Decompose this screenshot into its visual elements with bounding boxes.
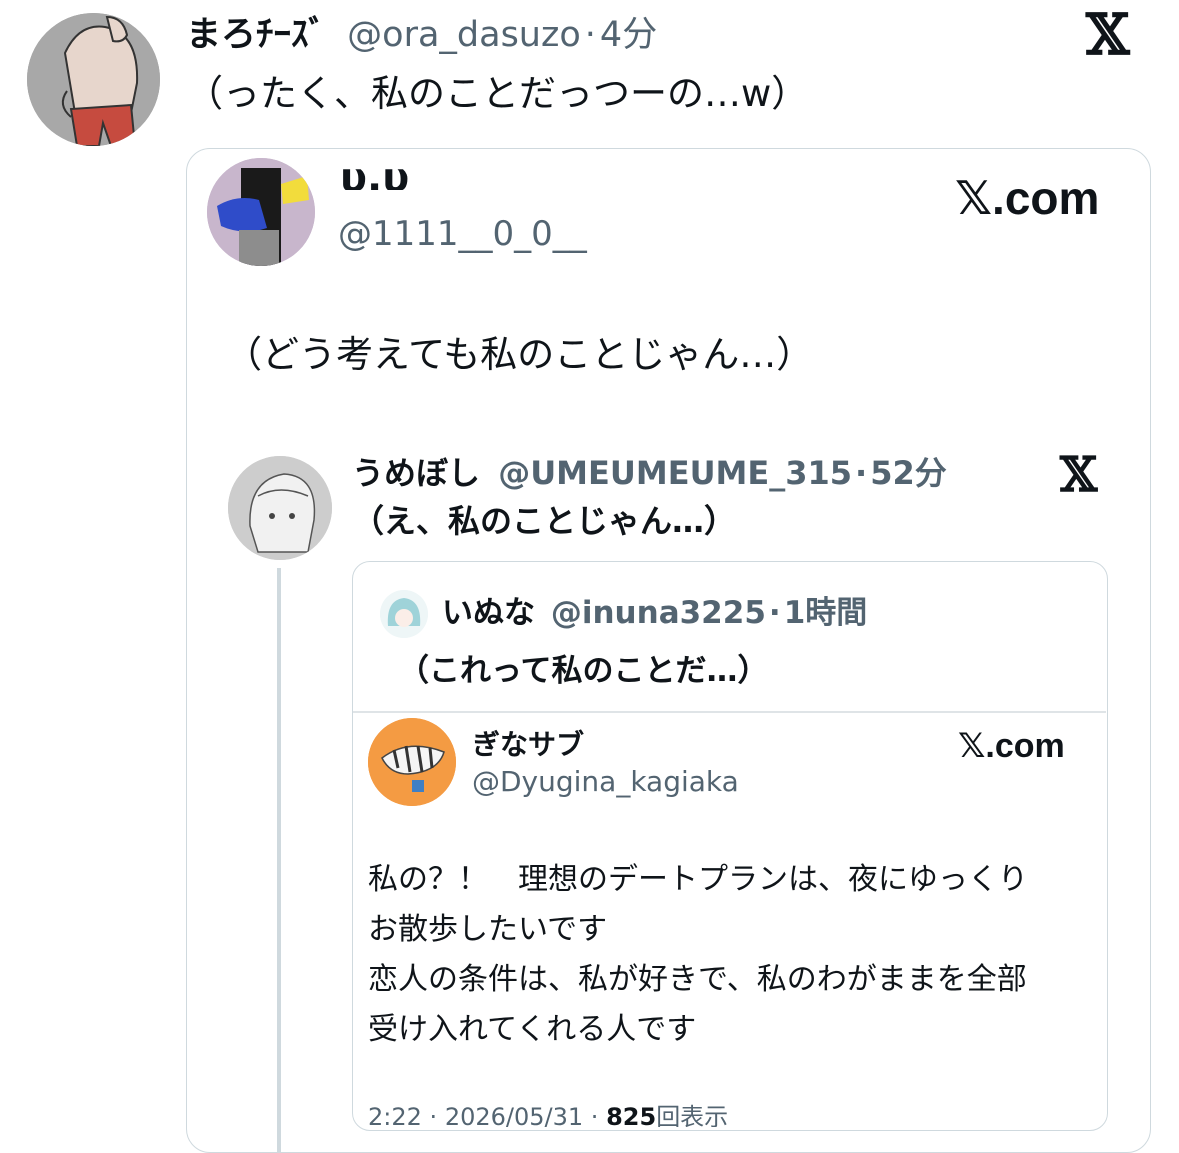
x-logo-icon[interactable]: 𝕏 <box>1086 5 1129 65</box>
separator: · <box>590 1103 599 1127</box>
inner-line: お散歩したいです <box>368 912 608 947</box>
x-com-label[interactable]: 𝕏.com <box>958 726 1065 766</box>
avatar-outer[interactable] <box>27 13 160 146</box>
inner-line: 受け入れてくれる人です <box>368 1012 697 1047</box>
character-avatar <box>207 158 315 266</box>
outer-post-text: （ったく、私のことだっつーの…w） <box>186 72 809 115</box>
quote-header: いぬな @inuna3225·1時間 <box>442 592 867 634</box>
separator: · <box>768 595 781 631</box>
x-logo-icon[interactable]: 𝕏 <box>1060 448 1097 502</box>
character-avatar <box>380 590 428 638</box>
reply-name[interactable]: うめぼし <box>352 454 480 492</box>
meta-views-label: 回表示 <box>656 1103 729 1127</box>
separator: · <box>855 454 868 492</box>
reply-text: （え、私のことじゃん…） <box>352 502 737 540</box>
reply-handle[interactable]: @UMEUMEUME_315 <box>498 454 852 492</box>
card1-handle[interactable]: @1111__0_0__ <box>338 212 587 256</box>
inner-line: 恋人の条件は、私が好きで、私のわがままを全部 <box>368 962 1027 997</box>
avatar-inner[interactable] <box>368 718 456 806</box>
meta-time[interactable]: 2:22 <box>368 1103 422 1127</box>
inner-body: 私の？！ 理想のデートプランは、夜にゆっくり お散歩したいです 恋人の条件は、私… <box>368 855 1028 1055</box>
avatar-card1[interactable] <box>207 158 315 266</box>
author-handle[interactable]: @ora_dasuzo <box>347 15 581 55</box>
quote-text: （これって私のことだ…） <box>398 653 769 689</box>
avatar-reply[interactable] <box>228 456 332 560</box>
inner-meta: 2:22 · 2026/05/31 · 825回表示 <box>368 1099 728 1127</box>
avatar-quote[interactable] <box>380 590 428 638</box>
divider <box>353 711 1106 713</box>
outer-header: まろﾁｰｽﾞ @ora_dasuzo · 4分 <box>186 12 657 58</box>
separator: · <box>584 15 596 55</box>
meta-views: 825 <box>606 1103 657 1127</box>
character-avatar <box>368 718 456 806</box>
post-time[interactable]: 4分 <box>600 15 657 55</box>
reply-time[interactable]: 52分 <box>870 454 947 492</box>
inner-name[interactable]: ぎなサブ <box>472 727 584 763</box>
x-com-label[interactable]: 𝕏.com <box>955 172 1099 224</box>
quote-handle[interactable]: @inuna3225 <box>551 595 766 631</box>
thread-line <box>277 568 281 1153</box>
card1-name-cut: υ.υ <box>340 168 409 190</box>
quote-time[interactable]: 1時間 <box>784 595 868 631</box>
sketch-avatar <box>228 456 332 560</box>
meta-date[interactable]: 2026/05/31 <box>445 1103 583 1127</box>
inner-line: 私の？！ 理想のデートプランは、夜にゆっくり <box>368 862 1028 897</box>
author-name[interactable]: まろﾁｰｽﾞ <box>186 15 326 55</box>
inner-handle[interactable]: @Dyugina_kagiaka <box>472 764 739 800</box>
reply-header: うめぼし @UMEUMEUME_315·52分 <box>352 452 947 494</box>
separator: · <box>429 1103 438 1127</box>
person-illustration <box>27 13 160 146</box>
card1-text: （どう考えても私のことじゃん…） <box>225 333 814 376</box>
quote-name[interactable]: いぬな <box>442 595 535 631</box>
